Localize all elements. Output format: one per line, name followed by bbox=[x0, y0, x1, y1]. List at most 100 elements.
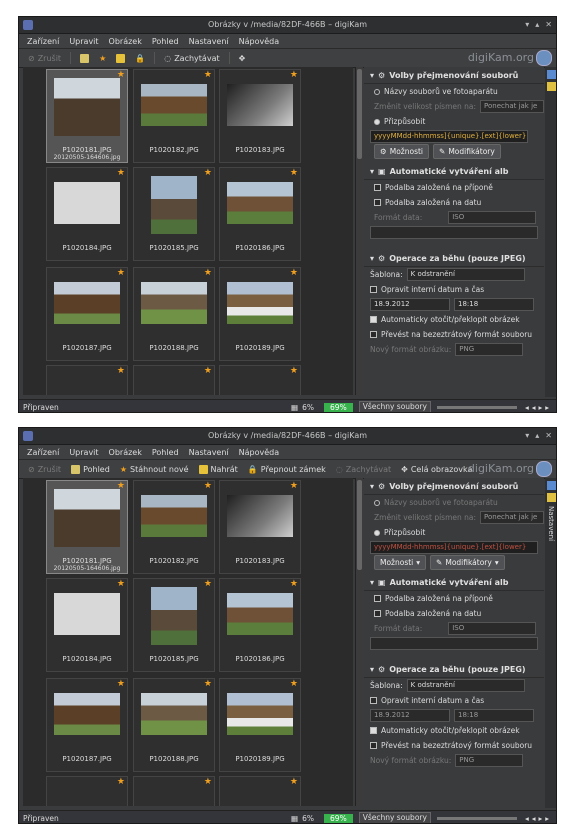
close-icon[interactable]: ✕ bbox=[545, 428, 552, 444]
nav-arrows-icon[interactable]: ◂◂▸▸ bbox=[525, 403, 552, 412]
checkbox-convert[interactable] bbox=[370, 331, 377, 338]
nav-arrows-icon[interactable]: ◂◂▸▸ bbox=[525, 814, 552, 823]
template-select[interactable]: K odstranění bbox=[406, 268, 525, 281]
checkbox-by-date[interactable] bbox=[374, 610, 381, 617]
maximize-icon[interactable]: ▴ bbox=[535, 17, 539, 33]
menu-devices[interactable]: Zařízení bbox=[27, 37, 59, 46]
grid-scrollbar[interactable] bbox=[355, 67, 363, 395]
download-new-button[interactable]: ★ bbox=[96, 50, 109, 66]
maximize-icon[interactable]: ▴ bbox=[535, 428, 539, 444]
auto-rotate-option[interactable]: Automaticky otočit/překlopit obrázek bbox=[364, 723, 544, 738]
time-input[interactable]: 18:18 bbox=[454, 298, 534, 311]
view-button[interactable] bbox=[77, 50, 92, 66]
rename-pattern-input[interactable]: yyyyMMdd-hhmmss]{unique}.[ext]{lower} bbox=[370, 541, 538, 554]
upload-button[interactable]: Nahrát bbox=[196, 461, 241, 477]
menu-edit[interactable]: Upravit bbox=[69, 448, 98, 457]
by-date-option[interactable]: Podalba založená na datu bbox=[364, 195, 544, 210]
date-input[interactable]: 18.9.2012 bbox=[370, 709, 450, 722]
close-icon[interactable]: ✕ bbox=[545, 17, 552, 33]
by-ext-option[interactable]: Podalba založená na příponě bbox=[364, 591, 544, 606]
checkbox-auto-rotate[interactable] bbox=[370, 727, 377, 734]
thumbnail[interactable]: ★ P1020182.JPG bbox=[133, 480, 215, 574]
tab-info-icon[interactable] bbox=[546, 493, 556, 502]
auto-rotate-option[interactable]: Automaticky otočit/překlopit obrázek bbox=[364, 312, 544, 327]
menu-image[interactable]: Obrázek bbox=[109, 37, 142, 46]
capture-button[interactable]: ◌ Zachytávat bbox=[333, 461, 394, 477]
convert-option[interactable]: Převést na bezeztrátový formát souboru bbox=[364, 738, 544, 753]
thumbnail[interactable]: ★ P1020181.JPG 20120505-164606.jpg bbox=[46, 480, 128, 574]
customize-option[interactable]: Přizpůsobit bbox=[364, 114, 544, 129]
album-section-header[interactable]: ▾ ▣ Automatické vytváření alb bbox=[364, 163, 544, 180]
checkbox-fix-date[interactable] bbox=[370, 286, 377, 293]
date-format-select[interactable]: ISO bbox=[448, 211, 537, 224]
thumbnail[interactable]: ★ P1020182.JPG bbox=[133, 69, 215, 163]
album-name-input[interactable] bbox=[370, 637, 538, 650]
options-button[interactable]: Možnosti ▾ bbox=[374, 555, 427, 570]
ops-section-header[interactable]: ▾ ⚙ Operace za běhu (pouze JPEG) bbox=[364, 661, 544, 678]
minimize-icon[interactable]: ▾ bbox=[525, 17, 529, 33]
fix-date-option[interactable]: Opravit interní datum a čas bbox=[364, 693, 544, 708]
thumbnail[interactable]: ★ P1020188.JPG bbox=[133, 267, 215, 361]
ops-section-header[interactable]: ▾ ⚙ Operace za běhu (pouze JPEG) bbox=[364, 250, 544, 267]
fullscreen-button[interactable]: ✥ bbox=[236, 50, 249, 66]
thumbnail[interactable]: ★ P1020187.JPG bbox=[46, 267, 128, 361]
zoom-slider[interactable] bbox=[436, 405, 517, 409]
radio-camera-names[interactable] bbox=[374, 499, 380, 506]
checkbox-by-ext[interactable] bbox=[374, 595, 381, 602]
toggle-lock-button[interactable]: 🔒 Přepnout zámek bbox=[245, 461, 329, 477]
menu-edit[interactable]: Upravit bbox=[69, 37, 98, 46]
camera-names-option[interactable]: Názvy souborů ve fotoaparátu bbox=[364, 495, 544, 510]
upload-button[interactable] bbox=[113, 50, 128, 66]
checkbox-fix-date[interactable] bbox=[370, 697, 377, 704]
album-section-header[interactable]: ▾ ▣ Automatické vytváření alb bbox=[364, 574, 544, 591]
thumbnail[interactable]: ★ P1020183.JPG bbox=[219, 480, 301, 574]
tab-info-icon[interactable] bbox=[546, 82, 556, 91]
grid-scrollbar[interactable] bbox=[355, 478, 363, 806]
thumbnail[interactable]: ★ P1020189.JPG bbox=[219, 267, 301, 361]
by-ext-option[interactable]: Podalba založená na příponě bbox=[364, 180, 544, 195]
view-button[interactable]: Pohled bbox=[68, 461, 113, 477]
thumbnail[interactable]: ★ P1020184.JPG bbox=[46, 578, 128, 672]
fix-date-option[interactable]: Opravit interní datum a čas bbox=[364, 282, 544, 297]
modifiers-button[interactable]: ✎ Modifikátory ▾ bbox=[430, 555, 505, 570]
cancel-button[interactable]: ⊘ Zrušit bbox=[25, 50, 64, 66]
rename-section-header[interactable]: ▾ ⚙ Volby přejmenování souborů bbox=[364, 67, 544, 84]
thumbnail[interactable]: ★ bbox=[133, 776, 215, 806]
date-format-select[interactable]: ISO bbox=[448, 622, 537, 635]
checkbox-by-date[interactable] bbox=[374, 199, 381, 206]
customize-option[interactable]: Přizpůsobit bbox=[364, 525, 544, 540]
minimize-icon[interactable]: ▾ bbox=[525, 428, 529, 444]
convert-option[interactable]: Převést na bezeztrátový formát souboru bbox=[364, 327, 544, 342]
album-name-input[interactable] bbox=[370, 226, 538, 239]
download-new-button[interactable]: ★ Stáhnout nové bbox=[117, 461, 192, 477]
scrollbar-thumb[interactable] bbox=[357, 480, 362, 570]
thumbnail[interactable]: ★ P1020187.JPG bbox=[46, 678, 128, 772]
thumbnail[interactable]: ★ P1020185.JPG bbox=[133, 578, 215, 672]
thumbnail[interactable]: ★ P1020189.JPG bbox=[219, 678, 301, 772]
cancel-button[interactable]: ⊘ Zrušit bbox=[25, 461, 64, 477]
radio-customize[interactable] bbox=[374, 529, 380, 536]
menu-help[interactable]: Nápověda bbox=[239, 37, 280, 46]
time-input[interactable]: 18:18 bbox=[454, 709, 534, 722]
tab-settings-icon[interactable] bbox=[546, 481, 556, 490]
thumbnail[interactable]: ★ P1020186.JPG bbox=[219, 167, 301, 261]
new-format-select[interactable]: PNG bbox=[455, 754, 524, 767]
thumbnail[interactable]: ★ bbox=[46, 365, 128, 395]
case-select[interactable]: Ponechat jak je bbox=[480, 100, 544, 113]
thumbnail[interactable]: ★ P1020183.JPG bbox=[219, 69, 301, 163]
zoom-slider[interactable] bbox=[436, 816, 517, 820]
thumbnail[interactable]: ★ P1020188.JPG bbox=[133, 678, 215, 772]
rename-section-header[interactable]: ▾ ⚙ Volby přejmenování souborů bbox=[364, 478, 544, 495]
thumbnail[interactable]: ★ bbox=[133, 365, 215, 395]
menu-settings[interactable]: Nastavení bbox=[189, 448, 229, 457]
radio-camera-names[interactable] bbox=[374, 88, 380, 95]
checkbox-auto-rotate[interactable] bbox=[370, 316, 377, 323]
filter-select[interactable]: Všechny soubory bbox=[358, 401, 431, 412]
rename-pattern-input[interactable]: yyyyMMdd-hhmmss]{unique}.[ext]{lower} bbox=[370, 130, 528, 143]
options-button[interactable]: ⚙ Možnosti bbox=[374, 144, 430, 159]
date-input[interactable]: 18.9.2012 bbox=[370, 298, 450, 311]
thumbnail[interactable]: ★ bbox=[219, 365, 301, 395]
filter-select[interactable]: Všechny soubory bbox=[358, 812, 431, 823]
tab-settings-icon[interactable] bbox=[546, 70, 556, 79]
tab-settings-label[interactable]: Nastavení bbox=[547, 506, 555, 541]
